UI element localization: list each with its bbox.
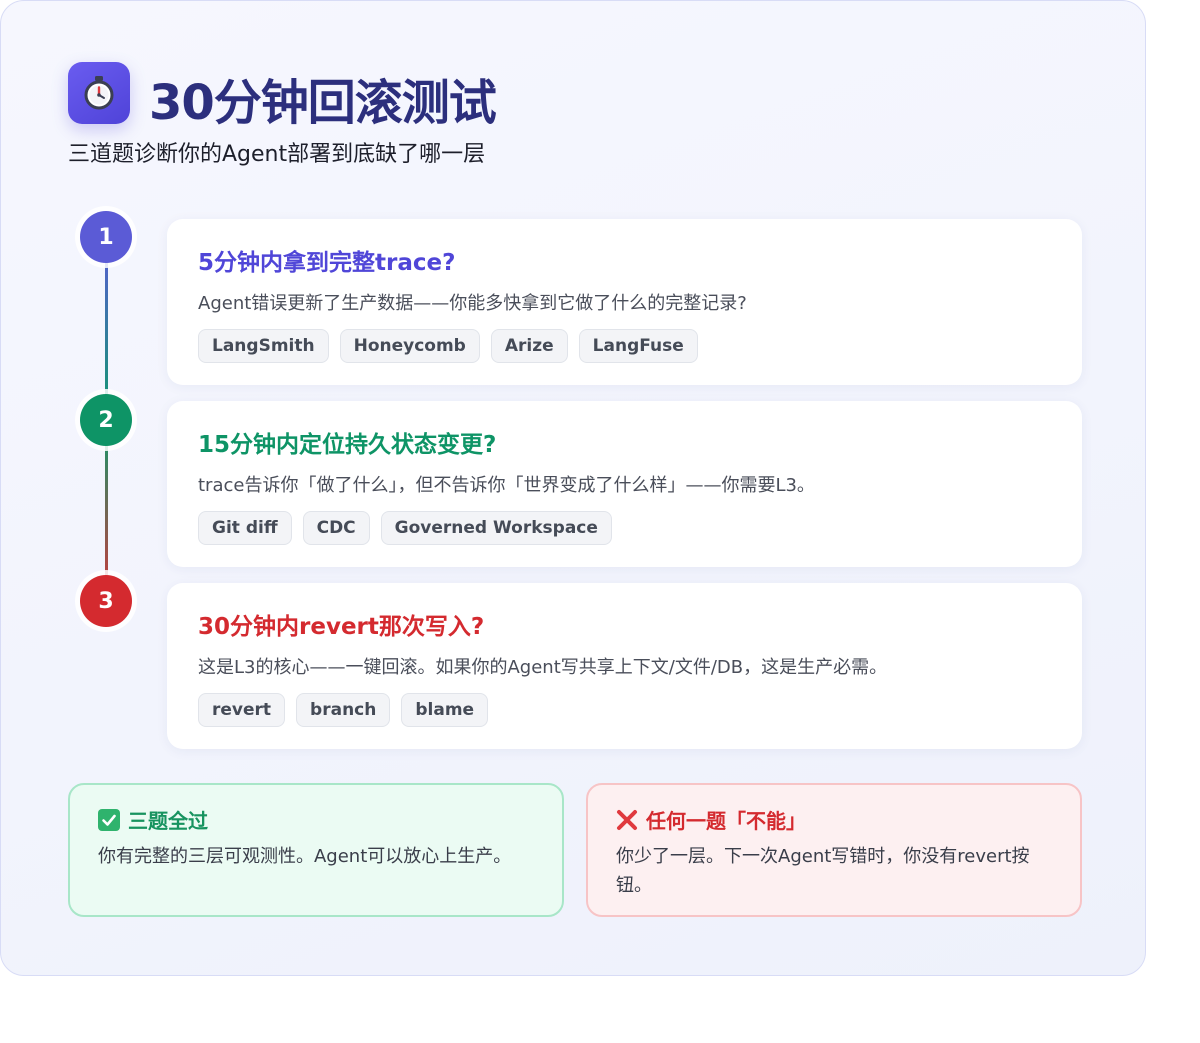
- tool-tag: Governed Workspace: [380, 511, 612, 545]
- tool-tags: LangSmith Honeycomb Arize LangFuse: [198, 329, 1050, 363]
- tool-tag: CDC: [302, 511, 370, 545]
- question-description: trace告诉你「做了什么」，但不告诉你「世界变成了什么样」——你需要L3。: [198, 475, 815, 496]
- fail-text: 你少了一层。下一次Agent写错时，你没有revert按钮。: [616, 846, 1030, 896]
- question-title: 15分钟内定位持久状态变更?: [198, 432, 497, 458]
- fail-title: 任何一题「不能」: [646, 809, 806, 833]
- tool-tag: Honeycomb: [339, 329, 480, 363]
- question-card-1: 5分钟内拿到完整trace? Agent错误更新了生产数据——你能多快拿到它做了…: [167, 219, 1082, 385]
- question-title: 30分钟内revert那次写入?: [198, 614, 485, 640]
- app-logo: [68, 62, 130, 124]
- step-number-3: 3: [80, 575, 132, 627]
- step-number-2: 2: [80, 394, 132, 446]
- tool-tags: revert branch blame: [198, 693, 1050, 727]
- pass-result-box: 三题全过 你有完整的三层可观测性。Agent可以放心上生产。: [68, 783, 564, 917]
- question-card-2: 15分钟内定位持久状态变更? trace告诉你「做了什么」，但不告诉你「世界变成…: [167, 401, 1082, 567]
- pass-title: 三题全过: [128, 809, 208, 833]
- page-subtitle: 三道题诊断你的Agent部署到底缺了哪一层: [68, 142, 486, 167]
- check-icon: [98, 808, 120, 831]
- page-title: 30分钟回滚测试: [149, 75, 497, 131]
- tool-tag: LangFuse: [578, 329, 698, 363]
- tool-tag: LangSmith: [198, 329, 329, 363]
- tool-tag: blame: [401, 693, 489, 727]
- tool-tag: branch: [296, 693, 391, 727]
- question-card-3: 30分钟内revert那次写入? 这是L3的核心——一键回滚。如果你的Agent…: [167, 583, 1082, 749]
- question-title: 5分钟内拿到完整trace?: [198, 250, 456, 276]
- tool-tags: Git diff CDC Governed Workspace: [198, 511, 1050, 545]
- tool-tag: Git diff: [198, 511, 292, 545]
- question-description: 这是L3的核心——一键回滚。如果你的Agent写共享上下文/文件/DB，这是生产…: [198, 657, 888, 678]
- pass-text: 你有完整的三层可观测性。Agent可以放心上生产。: [98, 846, 512, 867]
- tool-tag: Arize: [490, 329, 568, 363]
- step-number-1: 1: [80, 211, 132, 263]
- rollback-test-card: 30分钟回滚测试 三道题诊断你的Agent部署到底缺了哪一层 1 2 3 5分钟…: [0, 0, 1146, 976]
- question-description: Agent错误更新了生产数据——你能多快拿到它做了什么的完整记录?: [198, 293, 747, 314]
- cross-icon: [616, 809, 638, 831]
- tool-tag: revert: [198, 693, 286, 727]
- fail-result-box: 任何一题「不能」 你少了一层。下一次Agent写错时，你没有revert按钮。: [586, 783, 1082, 917]
- stopwatch-icon: [84, 76, 114, 110]
